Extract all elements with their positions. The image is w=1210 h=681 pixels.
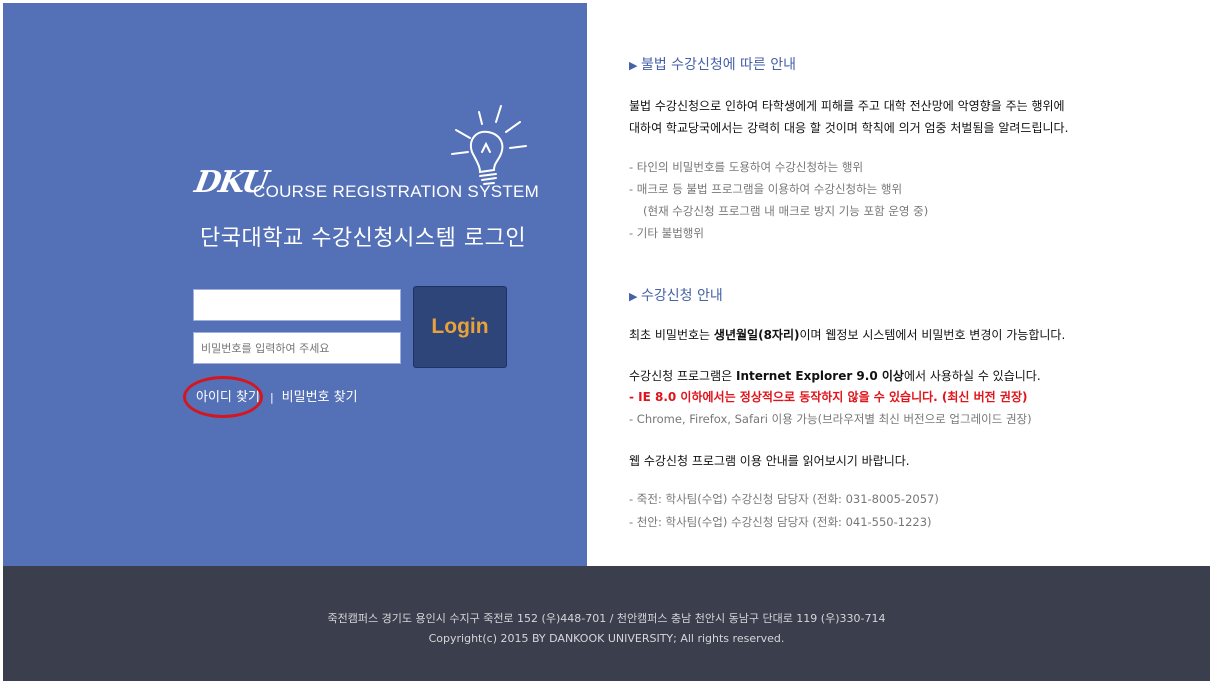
- illegal-notice-line1: 불법 수강신청으로 인하여 타학생에게 피해를 주고 대학 전산망에 악영향을 …: [629, 99, 1065, 113]
- password-info-pre: 최초 비밀번호는: [629, 328, 714, 342]
- lightbulb-icon: [451, 105, 527, 185]
- user-id-input[interactable]: [193, 289, 401, 321]
- link-separator: |: [269, 391, 274, 404]
- highlight-circle: [183, 376, 263, 418]
- password-info: 최초 비밀번호는 생년월일(8자리)이며 웹정보 시스템에서 비밀번호 변경이 …: [629, 324, 1065, 346]
- illegal-item: - 타인의 비밀번호를 도용하여 수강신청하는 행위: [629, 160, 864, 174]
- ie-info-post: 에서 사용하실 수 있습니다.: [903, 369, 1041, 383]
- login-panel: [3, 3, 587, 566]
- login-button[interactable]: Login: [413, 286, 507, 368]
- browser-info: - Chrome, Firefox, Safari 이용 가능(브라우저별 최신…: [629, 412, 1032, 426]
- footer-address: 죽전캠퍼스 경기도 용인시 수지구 죽전로 152 (우)448-701 / 천…: [327, 612, 886, 625]
- ie-info-pre: 수강신청 프로그램은: [629, 369, 736, 383]
- footer: 죽전캠퍼스 경기도 용인시 수지구 죽전로 152 (우)448-701 / 천…: [3, 566, 1210, 681]
- illegal-item: - 기타 불법행위: [629, 226, 704, 240]
- ie-info: 수강신청 프로그램은 Internet Explorer 9.0 이상에서 사용…: [629, 365, 1041, 387]
- ie-info-bold: Internet Explorer 9.0 이상: [736, 369, 904, 383]
- web-guide: 웹 수강신청 프로그램 이용 안내를 읽어보시기 바랍니다.: [629, 454, 910, 468]
- illegal-item: (현재 수강신청 프로그램 내 매크로 방지 기능 포함 운영 중): [643, 204, 929, 218]
- contact-jukjeon: - 죽전: 학사팀(수업) 수강신청 담당자 (전화: 031-8005-205…: [629, 492, 939, 506]
- find-password-link[interactable]: 비밀번호 찾기: [282, 390, 358, 405]
- illegal-notice-line2: 대하여 학교당국에서는 강력히 대응 할 것이며 학칙에 의거 엄중 처벌됨을 …: [629, 121, 1069, 135]
- illegal-notice-title: 불법 수강신청에 따른 안내: [629, 54, 796, 74]
- password-info-post: 이며 웹정보 시스템에서 비밀번호 변경이 가능합니다.: [799, 328, 1066, 342]
- password-input[interactable]: [193, 332, 401, 364]
- contact-cheonan: - 천안: 학사팀(수업) 수강신청 담당자 (전화: 041-550-1223…: [629, 515, 932, 529]
- illegal-item: - 매크로 등 불법 프로그램을 이용하여 수강신청하는 행위: [629, 182, 903, 196]
- password-info-bold: 생년월일(8자리): [713, 328, 800, 342]
- ie-warning: - IE 8.0 이하에서는 정상적으로 동작하지 않을 수 있습니다. (최신…: [629, 390, 1028, 404]
- page-title: 단국대학교 수강신청시스템 로그인: [200, 226, 527, 251]
- guide-title: 수강신청 안내: [629, 285, 723, 305]
- footer-copyright: Copyright(c) 2015 BY DANKOOK UNIVERSITY;…: [428, 632, 785, 645]
